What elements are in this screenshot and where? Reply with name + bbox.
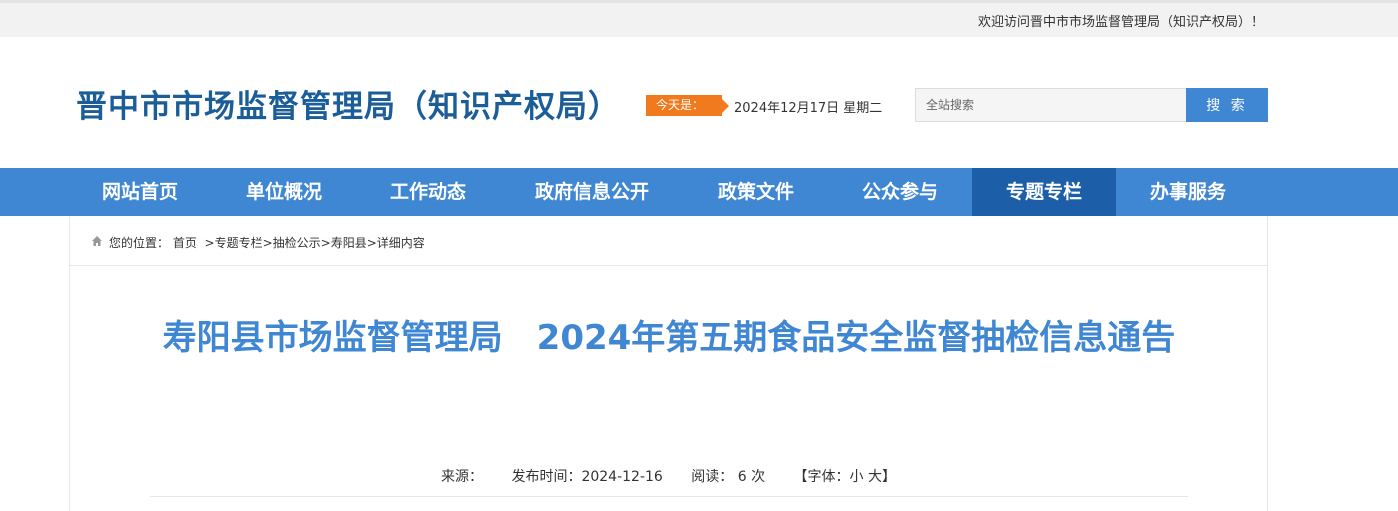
- site-title[interactable]: 晋中市市场监督管理局（知识产权局）: [76, 81, 620, 126]
- breadcrumb-sep: >: [320, 236, 331, 250]
- nav-item-services[interactable]: 办事服务: [1116, 168, 1260, 216]
- article-meta: 来源： 发布时间：2024-12-16 阅读： 6 次 【字体：小 大】: [70, 466, 1267, 486]
- nav-item-overview[interactable]: 单位概况: [212, 168, 356, 216]
- breadcrumb-inspection[interactable]: 抽检公示: [273, 236, 321, 250]
- article-reads: 阅读： 6 次: [691, 469, 766, 485]
- home-icon: [92, 236, 102, 246]
- breadcrumb-sep: >: [366, 236, 377, 250]
- today-label: 今天是：: [646, 95, 729, 116]
- breadcrumb-trail: 您的位置： 首页 >专题专栏>抽检公示>寿阳县>详细内容: [109, 234, 425, 251]
- nav-item-special[interactable]: 专题专栏: [972, 168, 1116, 216]
- nav-item-home[interactable]: 网站首页: [68, 168, 212, 216]
- breadcrumb-home[interactable]: 首页: [173, 236, 197, 250]
- breadcrumb-county[interactable]: 寿阳县: [331, 236, 367, 250]
- search-input[interactable]: [915, 88, 1187, 122]
- search-button[interactable]: 搜 索: [1186, 88, 1268, 122]
- main-nav: 网站首页 单位概况 工作动态 政府信息公开 政策文件 公众参与 专题专栏 办事服…: [0, 168, 1398, 216]
- content-panel: 您的位置： 首页 >专题专栏>抽检公示>寿阳县>详细内容 寿阳县市场监督管理局 …: [69, 216, 1268, 511]
- breadcrumb-sep: >: [200, 236, 215, 250]
- article-source: 来源：: [441, 469, 483, 485]
- welcome-text: 欢迎访问晋中市市场监督管理局（知识产权局）！: [977, 15, 1264, 30]
- font-size-toggle[interactable]: 【字体：小 大】: [794, 469, 896, 485]
- breadcrumb-prefix: 您的位置：: [109, 236, 170, 250]
- nav-item-gov-info[interactable]: 政府信息公开: [500, 168, 684, 216]
- header: 晋中市市场监督管理局（知识产权局） 今天是： 2024年12月17日 星期二 搜…: [0, 37, 1398, 168]
- nav-item-news[interactable]: 工作动态: [356, 168, 500, 216]
- nav-item-policy[interactable]: 政策文件: [684, 168, 828, 216]
- breadcrumb-sep: >: [262, 236, 273, 250]
- breadcrumb-special[interactable]: 专题专栏: [215, 236, 263, 250]
- article-title: 寿阳县市场监督管理局 2024年第五期食品安全监督抽检信息通告: [162, 318, 1176, 358]
- today-date: 2024年12月17日 星期二: [734, 101, 883, 116]
- breadcrumb-detail: 详细内容: [376, 236, 425, 250]
- nav-item-public[interactable]: 公众参与: [828, 168, 972, 216]
- article-publish-time: 发布时间：2024-12-16: [511, 469, 663, 485]
- breadcrumb: 您的位置： 首页 >专题专栏>抽检公示>寿阳县>详细内容: [70, 216, 1267, 266]
- divider: [150, 496, 1188, 497]
- top-bar: 欢迎访问晋中市市场监督管理局（知识产权局）！: [0, 0, 1398, 37]
